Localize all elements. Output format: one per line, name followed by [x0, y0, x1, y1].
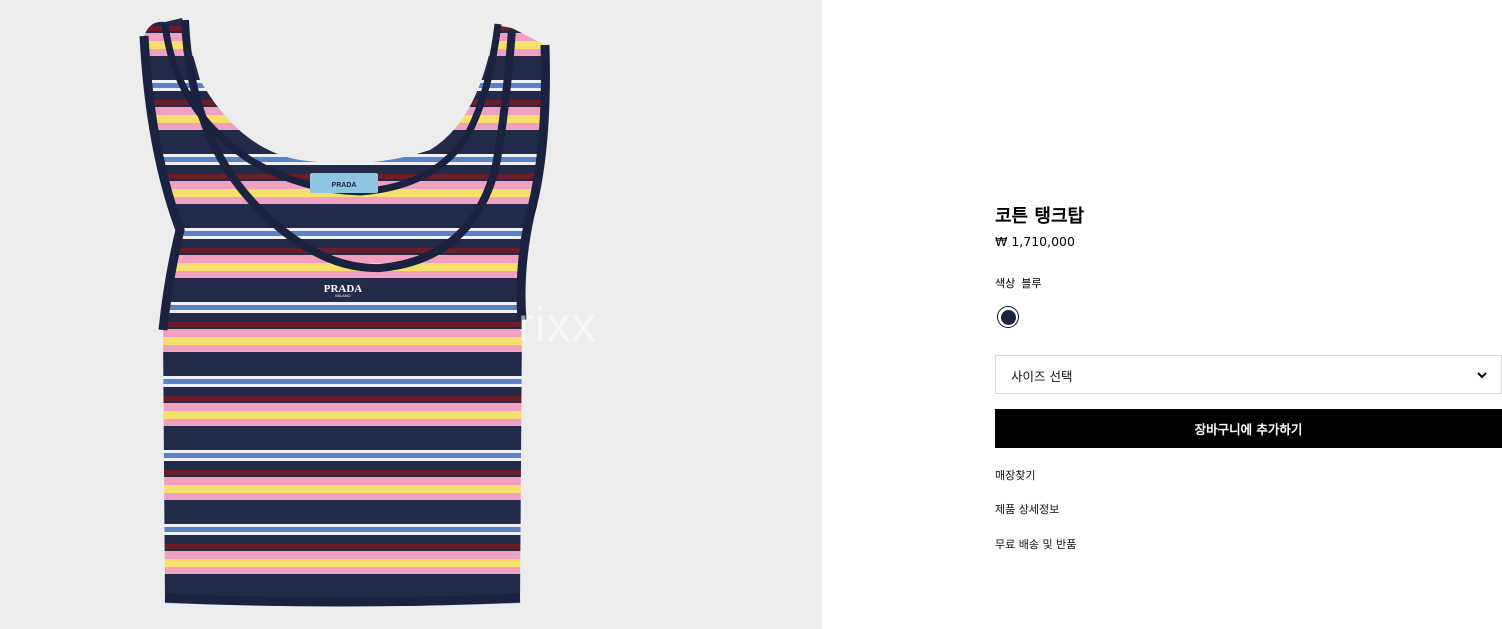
chevron-down-icon — [1477, 372, 1487, 379]
watermark-text: rixx — [518, 299, 597, 352]
product-info-panel: 코튼 탱크탑 ₩ 1,710,000 색상 블루 사이즈 선택 장바구니에 추가하… — [995, 0, 1502, 629]
shipping-returns-link[interactable]: 무료 배송 및 반품 — [995, 536, 1076, 552]
chest-logo-city: MILANO — [335, 293, 350, 298]
color-swatch-dot — [1000, 309, 1016, 325]
product-image: PRADA PRADA MILANO — [139, 18, 550, 607]
store-locator-link[interactable]: 매장찾기 — [995, 467, 1035, 483]
size-select-label: 사이즈 선택 — [1011, 369, 1073, 384]
product-price: ₩ 1,710,000 — [995, 234, 1075, 249]
color-row: 색상 블루 — [995, 275, 1042, 291]
size-select-dropdown[interactable]: 사이즈 선택 — [995, 355, 1502, 394]
add-to-cart-button[interactable]: 장바구니에 추가하기 — [995, 409, 1502, 448]
color-value: 블루 — [1021, 277, 1042, 290]
color-swatch-blue[interactable] — [997, 306, 1019, 328]
product-title: 코튼 탱크탑 — [995, 206, 1085, 227]
product-details-link[interactable]: 제품 상세정보 — [995, 501, 1059, 517]
neck-label-text: PRADA — [332, 182, 357, 189]
product-image-pane: PRADA PRADA MILANO rixx — [0, 0, 822, 629]
color-label: 색상 — [995, 277, 1016, 290]
